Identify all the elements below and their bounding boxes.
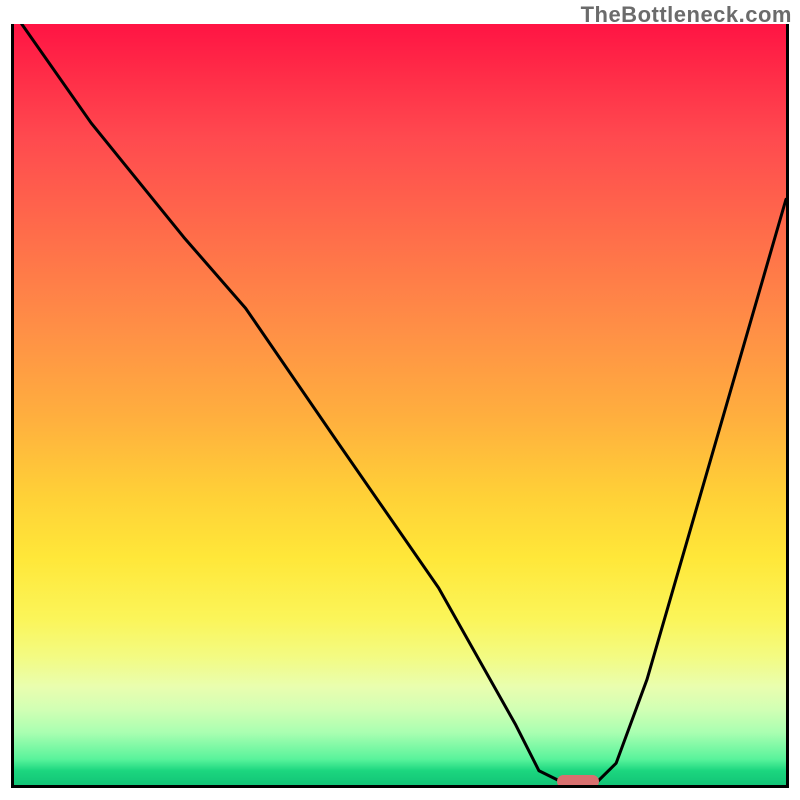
y-axis-right <box>786 24 789 786</box>
y-axis <box>11 24 14 786</box>
chart-container: TheBottleneck.com <box>0 0 800 800</box>
bottleneck-curve <box>0 0 800 800</box>
x-axis <box>11 785 789 788</box>
watermark-text: TheBottleneck.com <box>581 2 792 28</box>
